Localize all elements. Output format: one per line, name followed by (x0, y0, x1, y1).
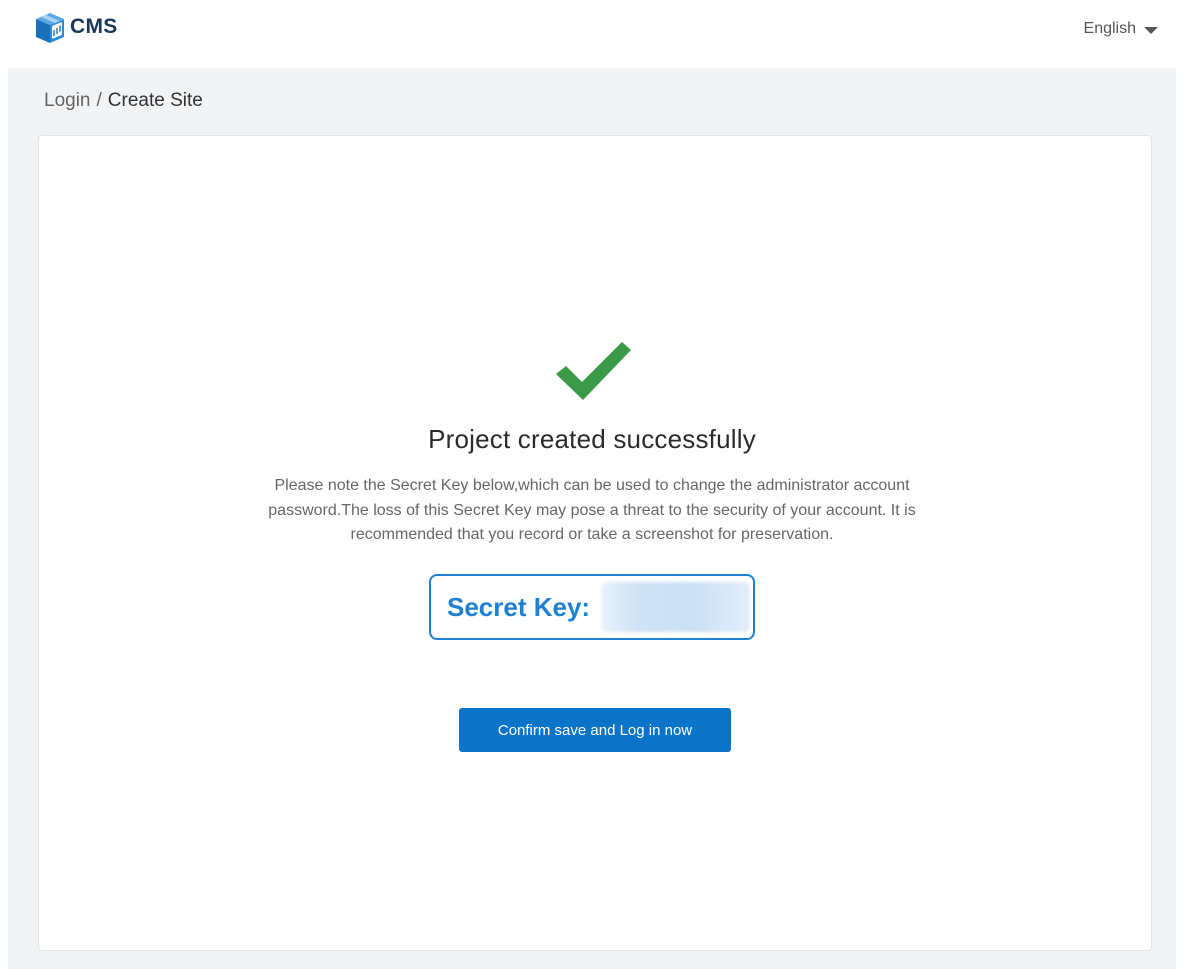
logo-text: CMS (70, 15, 118, 38)
breadcrumb-create-site: Create Site (107, 90, 203, 111)
breadcrumb: Login / Create Site (44, 90, 203, 112)
language-label: English (1083, 20, 1136, 37)
top-bar: CMS English (0, 0, 1184, 68)
breadcrumb-separator: / (96, 90, 102, 111)
notice-line: Please note the Secret Key below,which c… (274, 477, 910, 494)
checkmark-icon (556, 342, 631, 400)
secret-key-box: Secret Key: (429, 574, 755, 640)
cube-box-icon (36, 13, 64, 43)
confirm-login-button[interactable]: Confirm save and Log in now (459, 708, 731, 752)
caret-down-icon (1144, 26, 1158, 34)
notice-line: password.The loss of this Secret Key may… (268, 501, 916, 519)
notice-line: recommended that you record or take a sc… (350, 526, 834, 543)
language-selector[interactable]: English (1084, 20, 1158, 38)
logo[interactable]: CMS (32, 10, 118, 46)
secret-key-value[interactable] (602, 582, 751, 632)
secret-key-notice: Please note the Secret Key below,which c… (190, 474, 994, 548)
success-title: Project created successfully (428, 424, 756, 454)
secret-key-label: Secret Key: (447, 591, 591, 622)
breadcrumb-login[interactable]: Login (44, 90, 91, 112)
